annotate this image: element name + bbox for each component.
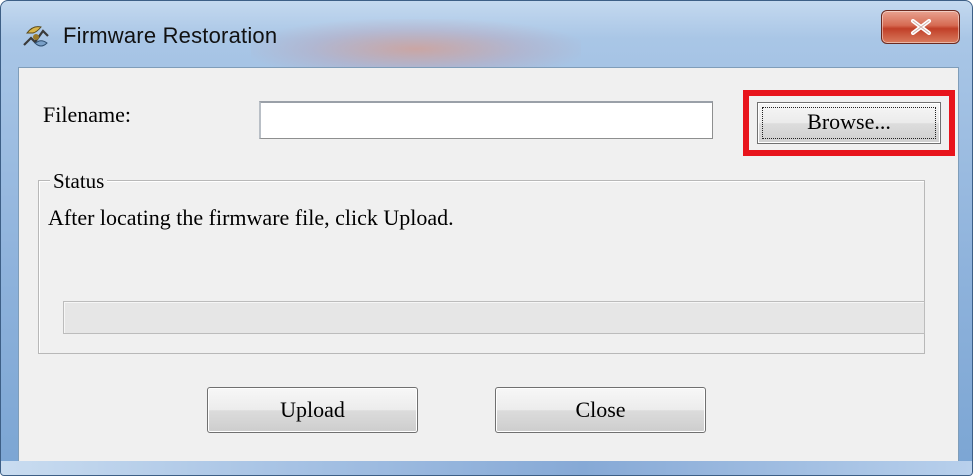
close-button[interactable]: Close (495, 387, 706, 433)
window-close-button[interactable] (881, 10, 960, 44)
status-group: Status After locating the firmware file,… (38, 169, 925, 354)
status-message: After locating the firmware file, click … (48, 205, 454, 230)
firmware-restoration-window: Firmware Restoration Filename: Browse...… (0, 0, 973, 476)
title-bar[interactable]: Firmware Restoration (1, 1, 972, 79)
dialog-client-area: Filename: Browse... Status After locatin… (18, 67, 959, 464)
filename-input[interactable] (259, 101, 713, 139)
focus-rectangle (762, 107, 936, 139)
window-bottom-frame (1, 461, 972, 475)
filename-label: Filename: (43, 102, 131, 127)
upload-button[interactable]: Upload (207, 387, 418, 433)
close-x-icon (911, 19, 931, 35)
firmware-restoration-icon (21, 23, 51, 51)
window-title: Firmware Restoration (63, 23, 278, 48)
upload-progress-bar (63, 301, 925, 334)
browse-button[interactable]: Browse... (757, 102, 941, 144)
status-legend: Status (50, 169, 108, 194)
